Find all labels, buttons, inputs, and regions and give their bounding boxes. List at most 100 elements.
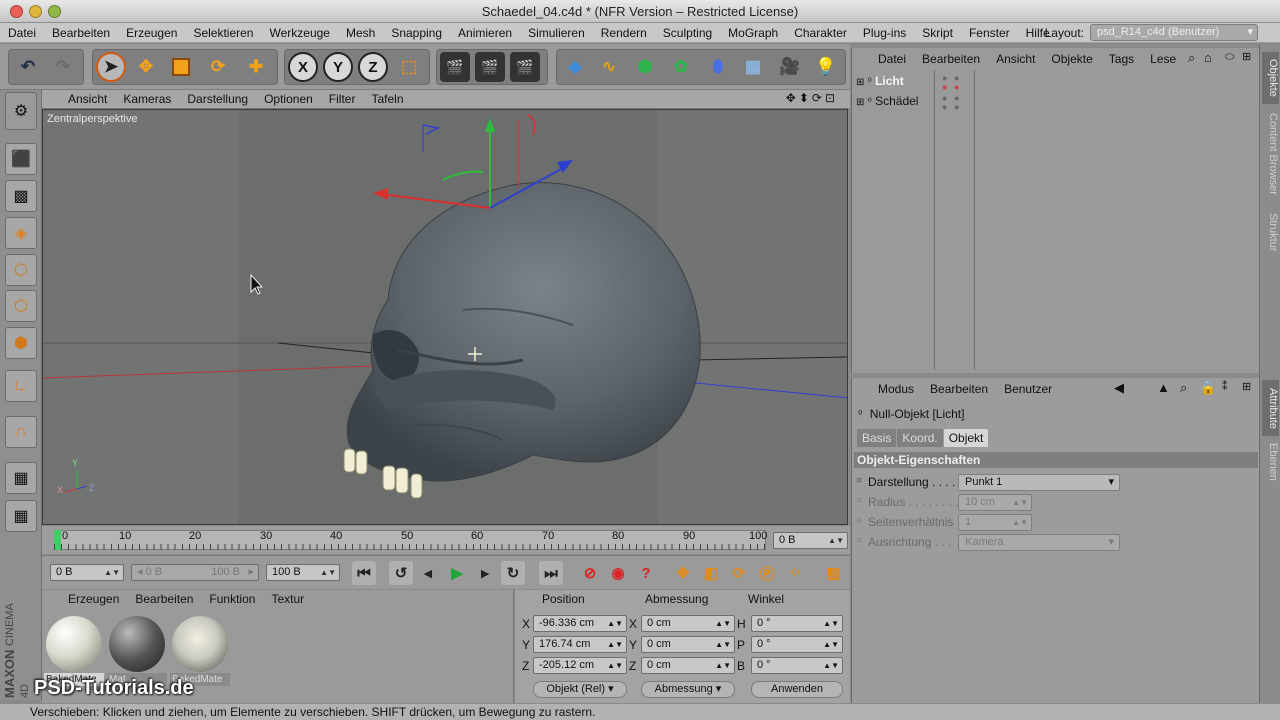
apply-button[interactable]: Anwenden [751,681,843,698]
menu-charakter[interactable]: Charakter [786,26,855,40]
size-z-field[interactable]: 0 cm ▲▼ [641,657,735,674]
point-mode-icon[interactable]: ⬡ [5,254,37,286]
texture-mode-icon[interactable]: ▩ [5,180,37,212]
menu-simulieren[interactable]: Simulieren [520,26,593,40]
settings-icon[interactable]: ⁑ [1222,380,1228,393]
timeline-window-icon[interactable]: ▥ [822,561,846,585]
menu-skript[interactable]: Skript [914,26,961,40]
key-point-level-icon[interactable]: ⁘ [783,561,807,585]
size-mode-dropdown[interactable]: Abmessung ▾ [641,681,735,698]
tab-objekt[interactable]: Objekt [943,429,989,447]
move-tool-icon[interactable]: ✥ [131,52,161,82]
property-radio-icon[interactable]: ○ [856,535,862,546]
menu-snapping[interactable]: Snapping [383,26,450,40]
rotation-p-field[interactable]: 0 ° ▲▼ [751,636,843,653]
viewport-menu-ansicht[interactable]: Ansicht [68,92,107,106]
size-y-field[interactable]: 0 cm ▲▼ [641,636,735,653]
visibility-dots[interactable]: ● ● [942,74,947,92]
size-x-field[interactable]: 0 cm ▲▼ [641,615,735,632]
material-swatch[interactable]: Mat [107,614,167,686]
home-icon[interactable]: ⌂ [1204,50,1212,65]
material-swatch[interactable]: BakedMate [44,614,104,686]
light-icon[interactable]: 💡 [811,52,841,82]
viewport-menu-kameras[interactable]: Kameras [123,92,171,106]
deformer-icon[interactable]: ⬮ [703,52,733,82]
layout-select[interactable]: psd_R14_c4d (Benutzer) ▾ [1090,24,1258,41]
darstellung-dropdown[interactable]: Punkt 1 ▾ [958,474,1120,491]
viewport-menu-darstellung[interactable]: Darstellung [187,92,248,106]
next-frame-icon[interactable]: ▸ [473,561,497,585]
auto-keyframe-icon[interactable]: ◉ [606,561,630,585]
menu-mograph[interactable]: MoGraph [720,26,786,40]
3d-viewport[interactable]: Zentralperspektive Y X Z [42,109,848,525]
rotate-tool-icon[interactable]: ⟳ [203,52,233,82]
key-rotation-icon[interactable]: ⟳ [727,561,751,585]
live-selection-icon[interactable]: ✚ [241,52,271,82]
cube-primitive-icon[interactable]: ◆ [560,52,590,82]
collapse-icon[interactable]: ⬭ [1225,51,1234,64]
search-icon[interactable]: ⌕ [1188,50,1195,66]
menu-werkzeuge[interactable]: Werkzeuge [261,26,337,40]
planar-workplane-icon[interactable]: ▦ [5,500,37,532]
key-position-icon[interactable]: ✥ [671,561,695,585]
polygon-mode-icon[interactable]: ⬢ [5,327,37,359]
alignment-dropdown[interactable]: Kamera ▾ [958,534,1120,551]
viewport-menu-tafeln[interactable]: Tafeln [371,92,403,106]
tab-attribute[interactable]: Attribute [1262,380,1279,436]
render-settings-icon[interactable]: 🎬 [510,52,540,82]
menu-selektieren[interactable]: Selektieren [185,26,261,40]
menu-fenster[interactable]: Fenster [961,26,1018,40]
maximize-panel-icon[interactable]: ⊞ [1242,380,1251,393]
object-menu-datei[interactable]: Datei [878,52,906,66]
menu-datei[interactable]: Datei [0,26,44,40]
play-icon[interactable]: ▶ [445,561,469,585]
material-menu-erzeugen[interactable]: Erzeugen [68,592,119,606]
key-parameter-icon[interactable]: Ⓟ [755,561,779,585]
current-frame-field[interactable]: 0 B ▲▼ [773,532,848,549]
next-key-icon[interactable]: ↻ [501,561,525,585]
go-to-end-icon[interactable]: ⏭ [539,561,563,585]
menu-rendern[interactable]: Rendern [593,26,655,40]
workplane-lock-icon[interactable]: ▦ [5,462,37,494]
coordinate-system-icon[interactable]: ⬚ [394,52,424,82]
go-to-start-icon[interactable]: ⏮ [352,561,376,585]
position-y-field[interactable]: 176.74 cm ▲▼ [533,636,627,653]
rotation-b-field[interactable]: 0 ° ▲▼ [751,657,843,674]
list-item[interactable]: ⊞ ⁰ Schädel [856,94,934,112]
property-radio-icon[interactable]: ○ [856,475,862,486]
viewport-menu-optionen[interactable]: Optionen [264,92,313,106]
y-axis-lock-icon[interactable]: Y [323,52,353,82]
lock-icon[interactable]: 🔒 [1200,380,1216,396]
previous-frame-icon[interactable]: ◂ [416,561,440,585]
property-radio-icon[interactable]: ○ [856,495,862,506]
material-menu-funktion[interactable]: Funktion [209,592,255,606]
search-icon[interactable]: ⌕ [1180,380,1187,396]
viewport-nav-icons[interactable]: ✥⬍⟳⊡ [786,91,838,105]
attribute-menu-benutzer[interactable]: Benutzer [1004,382,1052,396]
z-axis-lock-icon[interactable]: Z [358,52,388,82]
radius-field[interactable]: 10 cm ▲▼ [958,494,1032,511]
minimize-window-button[interactable] [29,5,42,18]
render-view-icon[interactable]: 🎬 [440,52,470,82]
preview-range-slider[interactable]: ◂ 0 B 100 B ▸ [131,564,259,581]
tab-koord[interactable]: Koord. [897,429,943,447]
material-menu-bearbeiten[interactable]: Bearbeiten [135,592,193,606]
attribute-menu-modus[interactable]: Modus [878,382,914,396]
tab-objekte[interactable]: Objekte [1262,52,1279,104]
zoom-window-button[interactable] [48,5,61,18]
keyframe-selection-icon[interactable]: ? [634,561,658,585]
previous-key-icon[interactable]: ↺ [389,561,413,585]
coordinate-mode-dropdown[interactable]: Objekt (Rel) ▾ [533,681,627,698]
spline-icon[interactable]: ∿ [594,52,624,82]
expand-icon[interactable]: ⊞ [856,97,864,108]
object-menu-objekte[interactable]: Objekte [1051,52,1092,66]
scale-tool-icon[interactable] [166,52,196,82]
tab-ebenen[interactable]: Ebenen [1262,440,1279,484]
timeline[interactable]: 0 10 20 30 40 50 60 70 80 90 100 0 B ▲▼ [42,526,850,554]
object-menu-lesezeichen[interactable]: Lese [1150,52,1176,66]
tab-content-browser[interactable]: Content Browser [1262,106,1279,202]
key-scale-icon[interactable]: ◧ [699,561,723,585]
expand-icon[interactable]: ⊞ [856,77,864,88]
tab-struktur[interactable]: Struktur [1262,206,1279,258]
menu-plugins[interactable]: Plug-ins [855,26,914,40]
